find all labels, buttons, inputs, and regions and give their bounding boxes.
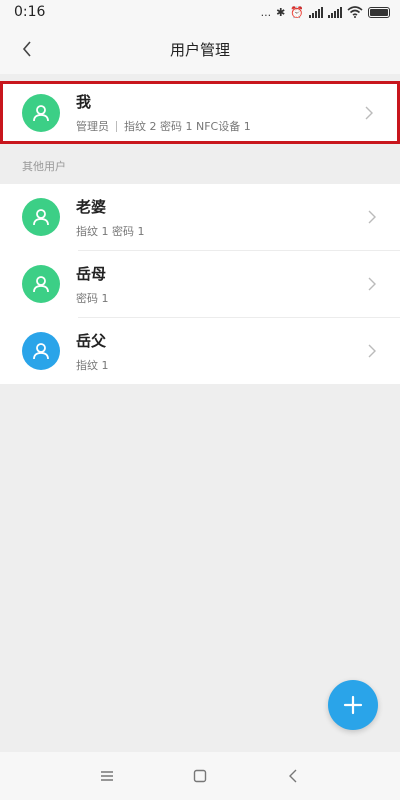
divider <box>116 120 117 132</box>
home-icon <box>193 769 207 783</box>
bluetooth-icon: ✱ <box>276 5 286 19</box>
user-text: 岳母 密码 1 <box>76 263 109 306</box>
alarm-icon: ⏰ <box>290 5 304 19</box>
user-icon <box>33 209 49 226</box>
plus-icon <box>343 695 363 715</box>
user-name: 岳母 <box>76 264 107 283</box>
user-row[interactable]: 老婆 指纹 1 密码 1 <box>0 184 400 250</box>
user-icon <box>33 276 49 293</box>
chevron-right-icon <box>368 343 378 359</box>
nav-back-button[interactable] <box>278 761 308 791</box>
battery-icon <box>368 6 390 18</box>
chevron-right-icon <box>368 209 378 225</box>
menu-icon <box>100 771 113 781</box>
add-user-button[interactable] <box>328 680 378 730</box>
header-bar: 用户管理 <box>0 24 400 74</box>
user-name: 老婆 <box>76 197 107 216</box>
other-users-list: 老婆 指纹 1 密码 1 岳母 密码 1 岳父 指纹 1 <box>0 184 400 384</box>
section-label-other-users: 其他用户 <box>22 160 66 173</box>
wifi-icon <box>347 6 363 18</box>
user-row-me[interactable]: 我 管理员 指纹 2 密码 1 NFC设备 1 <box>3 84 397 141</box>
user-credentials: 指纹 2 密码 1 NFC设备 1 <box>124 120 251 133</box>
status-time: 0:16 <box>14 4 46 20</box>
back-icon <box>289 769 297 783</box>
user-detail: 密码 1 <box>76 291 109 305</box>
user-text: 我 管理员 指纹 2 密码 1 NFC设备 1 <box>76 91 251 134</box>
chevron-left-icon <box>22 41 31 57</box>
user-detail: 管理员 指纹 2 密码 1 NFC设备 1 <box>76 118 251 134</box>
user-text: 老婆 指纹 1 密码 1 <box>76 196 145 239</box>
nav-menu-button[interactable] <box>92 761 122 791</box>
user-icon <box>33 104 49 121</box>
user-detail: 指纹 1 密码 1 <box>76 224 145 238</box>
user-detail: 指纹 1 <box>76 358 109 372</box>
user-text: 岳父 指纹 1 <box>76 330 109 373</box>
current-user-card: 我 管理员 指纹 2 密码 1 NFC设备 1 <box>0 81 400 144</box>
avatar <box>22 332 60 370</box>
more-dots-icon: ... <box>260 5 272 19</box>
user-icon <box>33 343 49 360</box>
user-name: 岳父 <box>76 331 107 350</box>
avatar <box>22 198 60 236</box>
system-nav-bar <box>0 752 400 800</box>
avatar <box>22 265 60 303</box>
page-title: 用户管理 <box>169 40 230 59</box>
chevron-right-icon <box>368 276 378 292</box>
status-icons: ... ✱ ⏰ <box>261 6 390 18</box>
back-button[interactable] <box>14 36 40 62</box>
user-name: 我 <box>76 93 92 111</box>
user-row[interactable]: 岳父 指纹 1 <box>0 318 400 384</box>
user-row[interactable]: 岳母 密码 1 <box>0 251 400 317</box>
avatar <box>22 93 60 132</box>
signal-icon <box>328 6 342 18</box>
nav-home-button[interactable] <box>185 761 215 791</box>
user-role: 管理员 <box>76 120 109 133</box>
chevron-right-icon <box>365 105 375 121</box>
status-bar: 0:16 ... ✱ ⏰ <box>0 0 400 24</box>
signal-icon <box>309 6 323 18</box>
